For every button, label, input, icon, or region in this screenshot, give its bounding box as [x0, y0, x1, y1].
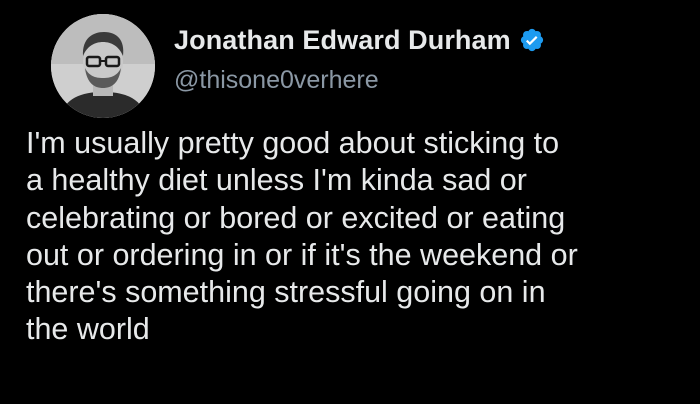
verified-badge-icon[interactable]	[519, 27, 545, 53]
tweet-text-line: a healthy diet unless I'm kinda sad or	[26, 163, 527, 198]
avatar-photo	[51, 14, 155, 118]
author-handle[interactable]: @thisone0verhere	[174, 66, 674, 95]
tweet-card: Jonathan Edward Durham @thisone0verhere …	[0, 0, 700, 404]
tweet-text-line: there's something stressful going on in	[26, 275, 546, 310]
author-header: Jonathan Edward Durham @thisone0verhere	[174, 22, 674, 95]
tweet-text-line: celebrating or bored or excited or eatin…	[26, 200, 566, 235]
tweet-text: I'm usually pretty good about sticking t…	[26, 125, 686, 349]
author-display-name[interactable]: Jonathan Edward Durham	[174, 25, 511, 56]
tweet-text-line: the world	[26, 312, 150, 347]
tweet-text-line: I'm usually pretty good about sticking t…	[26, 126, 560, 160]
name-row: Jonathan Edward Durham	[174, 22, 674, 58]
avatar[interactable]	[51, 14, 155, 118]
tweet-text-line: out or ordering in or if it's the weeken…	[26, 237, 578, 272]
